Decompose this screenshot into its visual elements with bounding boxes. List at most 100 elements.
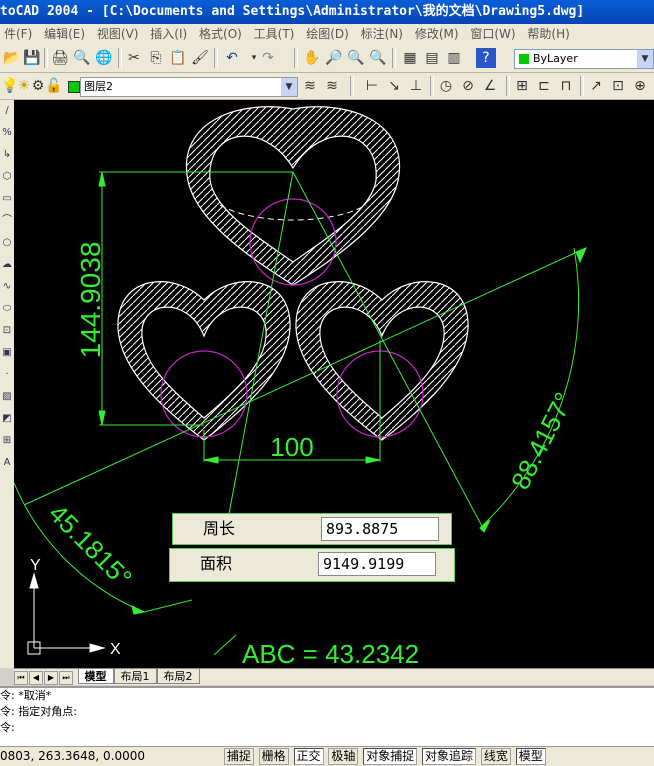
baseline-dim-icon[interactable]: ⊏ xyxy=(534,76,554,96)
paste-icon[interactable]: 📋 xyxy=(168,48,188,68)
menu-insert[interactable]: 插入(I) xyxy=(146,24,191,44)
menu-dimension[interactable]: 标注(N) xyxy=(357,24,407,44)
help-icon[interactable]: ? xyxy=(476,48,496,68)
ellipse-icon[interactable]: ⬭ xyxy=(0,298,14,320)
window-title: toCAD 2004 - [C:\Documents and Settings\… xyxy=(0,4,585,19)
menu-draw[interactable]: 绘图(D) xyxy=(302,24,353,44)
ucs-icon xyxy=(27,572,106,655)
drawing-svg: 144.9038 100 88.4157° 45.1815° ABC = 43.… xyxy=(14,106,587,668)
area-label: 面积 xyxy=(200,554,233,573)
pan-icon[interactable]: ✋ xyxy=(302,48,322,68)
prev-tab-icon[interactable]: ◀ xyxy=(29,671,43,685)
hatch-icon[interactable]: ▨ xyxy=(0,386,14,408)
continue-dim-icon[interactable]: ⊓ xyxy=(556,76,576,96)
snap-toggle[interactable]: 捕捉 xyxy=(223,748,254,765)
arc-icon[interactable]: ⌒ xyxy=(0,210,14,232)
point-icon[interactable]: · xyxy=(0,364,14,386)
ortho-toggle[interactable]: 正交 xyxy=(293,748,324,765)
copy-icon[interactable]: ⎘ xyxy=(146,48,166,68)
perimeter-value[interactable]: 893.8875 xyxy=(321,517,439,541)
perimeter-label: 周长 xyxy=(203,519,236,538)
tab-model[interactable]: 模型 xyxy=(77,669,114,684)
color-combo[interactable]: ByLayer ▼ xyxy=(514,49,654,69)
layer-previous-icon[interactable]: ≋ xyxy=(322,76,342,96)
menu-tools[interactable]: 工具(T) xyxy=(250,24,299,44)
construction-line-icon[interactable]: % xyxy=(0,122,14,144)
area-value[interactable]: 9149.9199 xyxy=(318,552,436,576)
circle-icon[interactable]: ○ xyxy=(0,232,14,254)
cut-icon[interactable]: ✂ xyxy=(124,48,144,68)
layers-toolbar: 💡 ☀ ⚙ 🔓 图层2 ▼ ≋ ≋ ⊢ ↘ ⊥ ◷ ⊘ ∠ ⊞ ⊏ ⊓ ↗ ⊡ … xyxy=(0,73,654,100)
angular-dim-icon[interactable]: ∠ xyxy=(480,76,500,96)
tab-layout1[interactable]: 布局1 xyxy=(113,669,157,684)
command-window[interactable]: 令: *取消* 令: 指定对角点: 令: xyxy=(0,686,654,746)
next-tab-icon[interactable]: ▶ xyxy=(44,671,58,685)
ucs-y-label: Y xyxy=(30,557,41,574)
polygon-icon[interactable]: ⬡ xyxy=(0,166,14,188)
design-center-icon[interactable]: ▤ xyxy=(422,48,442,68)
diameter-dim-icon[interactable]: ⊘ xyxy=(458,76,478,96)
print-icon[interactable]: 🖨 xyxy=(50,48,70,68)
preview-icon[interactable]: 🔍 xyxy=(72,48,92,68)
chevron-down-icon[interactable]: ▼ xyxy=(637,50,653,68)
menu-window[interactable]: 窗口(W) xyxy=(466,24,519,44)
menu-edit[interactable]: 编辑(E) xyxy=(40,24,89,44)
dim-width-text: 100 xyxy=(270,432,313,462)
insert-block-icon[interactable]: ⊡ xyxy=(0,320,14,342)
spline-icon[interactable]: ∿ xyxy=(0,276,14,298)
layer-manager-icon[interactable]: ≋ xyxy=(300,76,320,96)
leader-icon[interactable]: ↗ xyxy=(586,76,606,96)
open-icon[interactable]: 📂 xyxy=(2,48,22,68)
grid-toggle[interactable]: 栅格 xyxy=(258,748,289,765)
drawing-canvas[interactable]: 144.9038 100 88.4157° 45.1815° ABC = 43.… xyxy=(14,100,654,668)
menu-format[interactable]: 格式(O) xyxy=(195,24,246,44)
ordinate-dim-icon[interactable]: ⊥ xyxy=(406,76,426,96)
last-tab-icon[interactable]: ⏭ xyxy=(59,671,73,685)
polyline-icon[interactable]: ↳ xyxy=(0,144,14,166)
lock-icon[interactable]: 🔓 xyxy=(44,76,64,96)
save-icon[interactable]: 💾 xyxy=(22,48,42,68)
osnap-toggle[interactable]: 对象捕捉 xyxy=(363,748,418,765)
polar-toggle[interactable]: 极轴 xyxy=(328,748,359,765)
menu-modify[interactable]: 修改(M) xyxy=(411,24,463,44)
aligned-dim-icon[interactable]: ↘ xyxy=(384,76,404,96)
table-icon[interactable]: ⊞ xyxy=(0,430,14,452)
menu-bar: 件(F) 编辑(E) 视图(V) 插入(I) 格式(O) 工具(T) 绘图(D)… xyxy=(0,24,654,44)
line-icon[interactable]: / xyxy=(0,100,14,122)
command-prompt[interactable]: 令: xyxy=(0,720,654,736)
linear-dim-icon[interactable]: ⊢ xyxy=(362,76,382,96)
revcloud-icon[interactable]: ☁ xyxy=(0,254,14,276)
radius-dim-icon[interactable]: ◷ xyxy=(436,76,456,96)
menu-file[interactable]: 件(F) xyxy=(0,24,36,44)
zoom-realtime-icon[interactable]: 🔎 xyxy=(324,48,344,68)
publish-icon[interactable]: 🌐 xyxy=(94,48,114,68)
first-tab-icon[interactable]: ⏮ xyxy=(14,671,28,685)
model-toggle[interactable]: 模型 xyxy=(515,748,546,765)
quick-dim-icon[interactable]: ⊞ xyxy=(512,76,532,96)
menu-help[interactable]: 帮助(H) xyxy=(523,24,573,44)
match-properties-icon[interactable]: 🖌 xyxy=(190,48,210,68)
rectangle-icon[interactable]: ▭ xyxy=(0,188,14,210)
make-block-icon[interactable]: ▣ xyxy=(0,342,14,364)
chevron-down-icon[interactable]: ▼ xyxy=(281,78,297,96)
otrack-toggle[interactable]: 对象追踪 xyxy=(422,748,477,765)
mtext-icon[interactable]: A xyxy=(0,452,14,474)
layout-tabs: ⏮ ◀ ▶ ⏭ 模型 布局1 布局2 xyxy=(14,668,654,685)
tool-palettes-icon[interactable]: ▥ xyxy=(444,48,464,68)
redo-icon[interactable]: ↷ xyxy=(258,48,278,68)
heart-top xyxy=(185,106,401,286)
heart-right xyxy=(295,281,469,441)
command-line-2: 令: 指定对角点: xyxy=(0,705,77,718)
menu-view[interactable]: 视图(V) xyxy=(93,24,143,44)
zoom-window-icon[interactable]: 🔍 xyxy=(346,48,366,68)
center-mark-icon[interactable]: ⊕ xyxy=(630,76,650,96)
tab-layout2[interactable]: 布局2 xyxy=(156,669,200,684)
heart-left xyxy=(117,281,291,441)
lineweight-toggle[interactable]: 线宽 xyxy=(480,748,511,765)
properties-icon[interactable]: ▦ xyxy=(400,48,420,68)
region-icon[interactable]: ◩ xyxy=(0,408,14,430)
tolerance-icon[interactable]: ⊡ xyxy=(608,76,628,96)
undo-icon[interactable]: ↶ xyxy=(222,48,242,68)
zoom-previous-icon[interactable]: 🔍 xyxy=(368,48,388,68)
layer-combo[interactable]: 图层2 ▼ xyxy=(80,77,298,97)
